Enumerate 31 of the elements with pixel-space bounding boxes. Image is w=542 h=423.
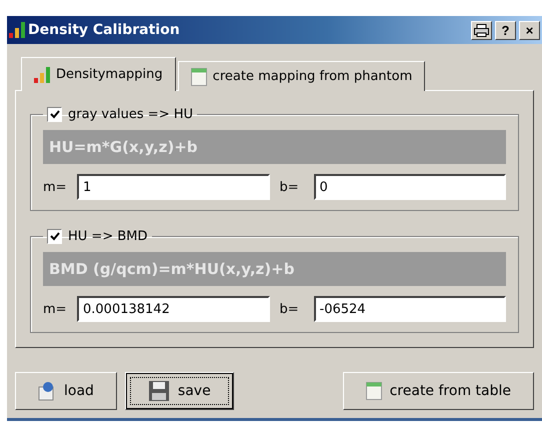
window-title: Density Calibration bbox=[28, 22, 181, 38]
check-icon bbox=[50, 232, 60, 241]
formula-text: HU=m*G(x,y,z)+b bbox=[43, 130, 506, 164]
close-button[interactable]: × bbox=[519, 20, 540, 40]
formula-text: BMD (g/qcm)=m*HU(x,y,z)+b bbox=[43, 252, 506, 286]
spreadsheet-icon bbox=[366, 382, 382, 400]
field-label: m= bbox=[43, 302, 67, 316]
field-label: b= bbox=[280, 302, 300, 316]
help-button[interactable]: ? bbox=[495, 20, 516, 40]
spreadsheet-icon bbox=[190, 68, 207, 86]
tab[interactable]: create mapping from phantom bbox=[178, 61, 426, 91]
print-button[interactable] bbox=[471, 20, 492, 40]
check-icon bbox=[50, 110, 60, 119]
bar-chart-icon bbox=[34, 66, 50, 82]
field-label: m= bbox=[43, 180, 67, 194]
checkbox[interactable] bbox=[47, 107, 62, 122]
input-field[interactable]: -06524 bbox=[314, 296, 506, 322]
group-label: gray values => HU bbox=[68, 107, 194, 122]
create-button[interactable]: create from table bbox=[342, 372, 534, 410]
tab[interactable]: Densitymapping bbox=[21, 57, 176, 91]
input-field[interactable]: 0 bbox=[314, 174, 506, 200]
load-button[interactable]: load bbox=[15, 372, 117, 410]
field-label: b= bbox=[280, 180, 300, 194]
group-label: HU => BMD bbox=[68, 229, 148, 244]
input-field[interactable]: 1 bbox=[77, 174, 270, 200]
checkbox[interactable] bbox=[47, 229, 62, 244]
document-globe-icon bbox=[38, 381, 56, 401]
printer-icon bbox=[474, 24, 489, 36]
input-field[interactable]: 0.000138142 bbox=[77, 296, 270, 322]
bar-chart-icon bbox=[9, 22, 25, 38]
save-button[interactable]: save bbox=[124, 372, 234, 410]
